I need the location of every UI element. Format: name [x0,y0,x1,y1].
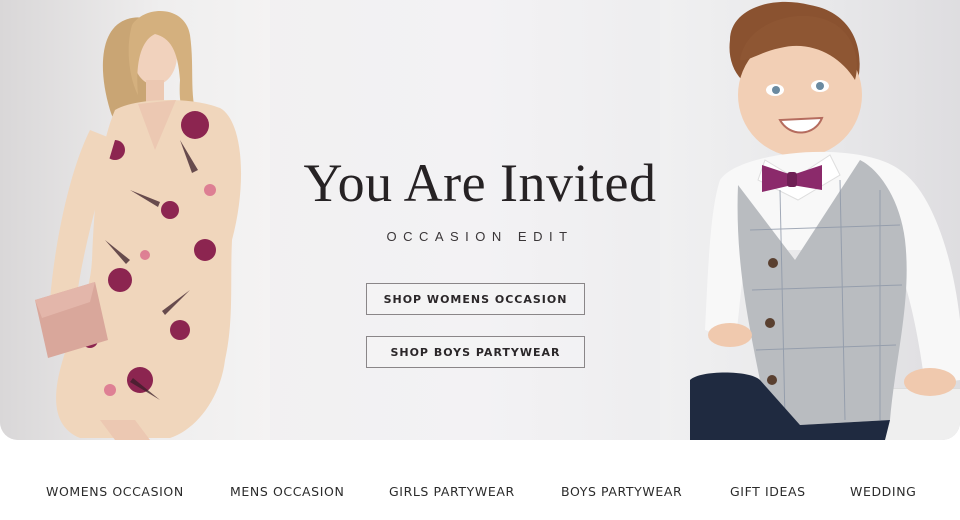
nav-item-wedding[interactable]: WEDDING [850,484,916,499]
shop-womens-occasion-button[interactable]: SHOP WOMENS OCCASION [366,283,585,315]
hero-banner[interactable]: You Are Invited OCCASION EDIT SHOP WOMEN… [0,0,960,440]
category-nav: WOMENS OCCASION MENS OCCASION GIRLS PART… [0,470,960,514]
woman-model-image [35,11,242,440]
boy-model-image [690,1,960,440]
nav-item-gift-ideas[interactable]: GIFT IDEAS [730,484,806,499]
nav-item-girls-partywear[interactable]: GIRLS PARTYWEAR [389,484,515,499]
hero-subheadline: OCCASION EDIT [386,229,574,244]
nav-item-mens-occasion[interactable]: MENS OCCASION [230,484,344,499]
shop-boys-partywear-button[interactable]: SHOP BOYS PARTYWEAR [366,336,585,368]
nav-item-womens-occasion[interactable]: WOMENS OCCASION [46,484,184,499]
nav-item-boys-partywear[interactable]: BOYS PARTYWEAR [561,484,682,499]
hero-headline: You Are Invited [303,153,657,213]
